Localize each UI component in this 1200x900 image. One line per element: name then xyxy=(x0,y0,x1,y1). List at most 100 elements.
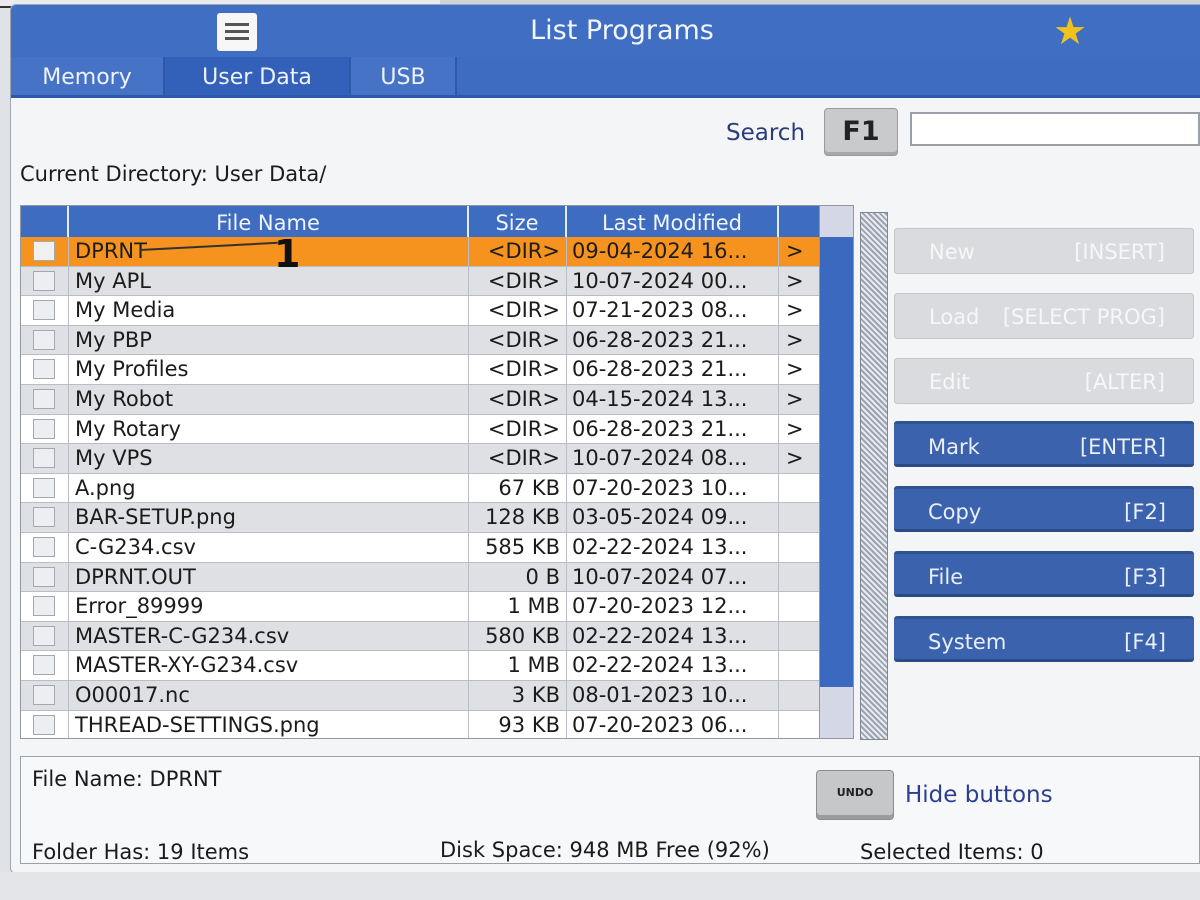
open-folder-arrow[interactable] xyxy=(779,563,819,592)
scrollbar-track[interactable] xyxy=(819,206,853,738)
system-button[interactable]: System [F4] xyxy=(894,616,1194,662)
open-folder-arrow[interactable] xyxy=(779,474,819,503)
row-checkbox[interactable] xyxy=(33,241,55,261)
header-arrow-column xyxy=(779,206,819,237)
row-checkbox[interactable] xyxy=(33,566,55,587)
row-checkbox[interactable] xyxy=(33,596,55,617)
file-name-cell: THREAD-SETTINGS.png xyxy=(69,710,469,738)
row-checkbox[interactable] xyxy=(33,507,55,528)
file-modified-cell: 07-20-2023 10... xyxy=(567,473,779,503)
row-checkbox[interactable] xyxy=(33,300,55,321)
file-button[interactable]: File [F3] xyxy=(894,551,1194,597)
file-modified-cell: 06-28-2023 21... xyxy=(567,414,779,444)
load-button[interactable]: Load [SELECT PROG] xyxy=(894,293,1194,339)
open-folder-arrow[interactable] xyxy=(779,533,819,562)
table-row[interactable]: MASTER-XY-G234.csv 1 MB 02-22-2024 13... xyxy=(21,651,819,681)
tab-usb[interactable]: USB xyxy=(351,57,457,95)
table-row[interactable]: My VPS <DIR> 10-07-2024 08... > xyxy=(21,444,819,474)
file-name-cell: O00017.nc xyxy=(69,680,469,710)
row-checkbox[interactable] xyxy=(33,270,55,291)
row-checkbox-cell xyxy=(21,384,69,414)
open-folder-arrow[interactable] xyxy=(779,622,819,651)
callout-number: 1 xyxy=(274,232,301,276)
header-last-modified[interactable]: Last Modified xyxy=(567,206,779,237)
row-checkbox[interactable] xyxy=(33,536,55,557)
mark-button[interactable]: Mark [ENTER] xyxy=(894,421,1194,467)
open-folder-arrow[interactable] xyxy=(779,592,819,621)
row-checkbox[interactable] xyxy=(33,329,55,350)
open-folder-arrow[interactable]: > xyxy=(779,355,819,384)
file-name-cell: My Profiles xyxy=(69,355,469,384)
file-size-cell: 0 B xyxy=(469,562,567,592)
row-checkbox-cell xyxy=(21,621,69,651)
row-checkbox[interactable] xyxy=(33,388,55,409)
table-row[interactable]: C-G234.csv 585 KB 02-22-2024 13... xyxy=(21,532,819,563)
tab-user-data[interactable]: User Data xyxy=(165,57,351,95)
hide-buttons-link[interactable]: Hide buttons xyxy=(905,782,1053,808)
file-modified-cell: 07-20-2023 12... xyxy=(567,592,779,621)
row-checkbox[interactable] xyxy=(33,477,55,498)
open-folder-arrow[interactable]: > xyxy=(779,296,819,325)
open-folder-arrow[interactable] xyxy=(779,503,819,532)
file-name-cell: DPRNT.OUT xyxy=(69,562,469,592)
row-checkbox[interactable] xyxy=(33,418,55,439)
table-row[interactable]: O00017.nc 3 KB 08-01-2023 10... xyxy=(21,680,819,711)
file-name-cell: My APL xyxy=(69,266,469,296)
file-modified-cell: 02-22-2024 13... xyxy=(567,621,779,651)
open-folder-arrow[interactable] xyxy=(779,711,819,739)
table-row[interactable]: THREAD-SETTINGS.png 93 KB 07-20-2023 06... xyxy=(21,710,819,739)
search-input[interactable] xyxy=(910,112,1200,146)
open-folder-arrow[interactable]: > xyxy=(779,326,819,355)
header-size[interactable]: Size xyxy=(469,206,567,237)
row-checkbox[interactable] xyxy=(33,625,55,646)
row-checkbox[interactable] xyxy=(33,448,55,469)
table-row[interactable]: My PBP <DIR> 06-28-2023 21... > xyxy=(21,325,819,356)
table-row[interactable]: My Profiles <DIR> 06-28-2023 21... > xyxy=(21,355,819,385)
button-label: Mark xyxy=(928,435,980,459)
table-row[interactable]: A.png 67 KB 07-20-2023 10... xyxy=(21,473,819,504)
file-name-cell: My Rotary xyxy=(69,414,469,444)
current-directory: Current Directory: User Data/ xyxy=(20,162,327,186)
table-row[interactable]: My Robot <DIR> 04-15-2024 13... > xyxy=(21,384,819,415)
table-row[interactable]: My Media <DIR> 07-21-2023 08... > xyxy=(21,296,819,326)
row-checkbox[interactable] xyxy=(33,684,55,705)
file-name-cell: My Robot xyxy=(69,384,469,414)
tab-memory[interactable]: Memory xyxy=(11,57,165,95)
scrollbar-thumb[interactable] xyxy=(820,237,853,687)
row-checkbox-cell xyxy=(21,532,69,562)
row-checkbox[interactable] xyxy=(33,714,55,735)
row-checkbox-cell xyxy=(21,651,69,680)
table-row[interactable]: Error_89999 1 MB 07-20-2023 12... xyxy=(21,592,819,622)
button-label: File xyxy=(928,565,964,589)
header-file-name[interactable]: File Name xyxy=(69,206,469,237)
table-row[interactable]: My APL <DIR> 10-07-2024 00... > xyxy=(21,266,819,297)
open-folder-arrow[interactable]: > xyxy=(779,237,819,266)
copy-button[interactable]: Copy [F2] xyxy=(894,486,1194,532)
file-name-cell: MASTER-C-G234.csv xyxy=(69,621,469,651)
open-folder-arrow[interactable]: > xyxy=(779,385,819,414)
table-row[interactable]: BAR-SETUP.png 128 KB 03-05-2024 09... xyxy=(21,503,819,533)
table-row[interactable]: DPRNT <DIR> 09-04-2024 16... > xyxy=(21,237,819,267)
file-size-cell: <DIR> xyxy=(469,266,567,296)
open-folder-arrow[interactable] xyxy=(779,681,819,710)
file-modified-cell: 07-21-2023 08... xyxy=(567,296,779,325)
row-checkbox[interactable] xyxy=(33,359,55,380)
row-checkbox-cell xyxy=(21,237,69,266)
new-button[interactable]: New [INSERT] xyxy=(894,228,1194,274)
open-folder-arrow[interactable] xyxy=(779,651,819,680)
file-modified-cell: 08-01-2023 10... xyxy=(567,680,779,710)
undo-key-button[interactable]: UNDO xyxy=(816,770,894,820)
table-row[interactable]: My Rotary <DIR> 06-28-2023 21... > xyxy=(21,414,819,445)
search-f1-key-button[interactable]: F1 xyxy=(824,108,898,156)
table-row[interactable]: MASTER-C-G234.csv 580 KB 02-22-2024 13... xyxy=(21,621,819,652)
open-folder-arrow[interactable]: > xyxy=(779,444,819,473)
row-checkbox-cell xyxy=(21,680,69,710)
table-row[interactable]: DPRNT.OUT 0 B 10-07-2024 07... xyxy=(21,562,819,593)
button-key-hint: [ALTER] xyxy=(1084,370,1165,394)
star-icon[interactable]: ★ xyxy=(1053,12,1087,50)
row-checkbox[interactable] xyxy=(33,655,55,676)
edit-button[interactable]: Edit [ALTER] xyxy=(894,358,1194,404)
panel-splitter-handle[interactable] xyxy=(860,212,888,740)
open-folder-arrow[interactable]: > xyxy=(779,415,819,444)
open-folder-arrow[interactable]: > xyxy=(779,267,819,296)
